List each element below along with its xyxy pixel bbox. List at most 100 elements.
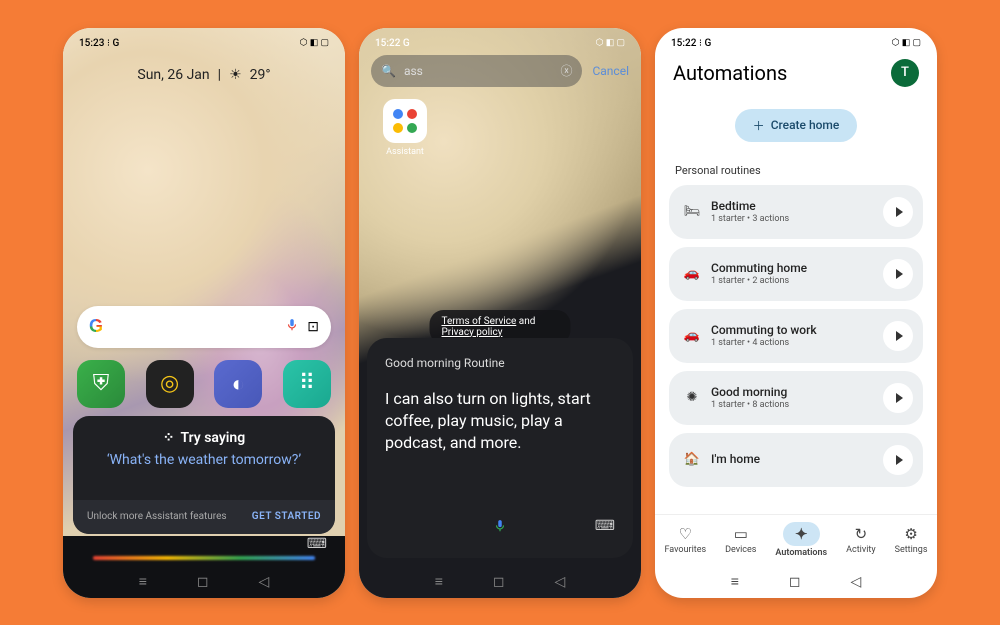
routine-subtitle: 1 starter • 2 actions [711,276,873,286]
page-title: Automations [673,61,787,85]
cancel-button[interactable]: Cancel [592,64,629,78]
tab-icon: ↻ [855,525,868,543]
routine-item[interactable]: 🚗Commuting to work1 starter • 4 actions [669,309,923,363]
tab-label: Favourites [664,545,706,555]
routine-item[interactable]: 🚗 Commuting home1 starter • 2 actions [669,247,923,301]
tab-settings[interactable]: ⚙ Settings [895,525,928,555]
routine-icon: 🚗 [683,266,701,281]
routine-name: Bedtime [711,199,873,213]
assistant-app-icon [383,99,427,143]
routine-icon: 🚗 [683,328,701,343]
nav-home-icon[interactable]: ◻ [197,574,209,590]
tab-icon: ♡ [679,525,692,543]
routine-name: I'm home [711,452,873,466]
assistant-app-label: Assistant [379,147,431,157]
unlock-features-text: Unlock more Assistant features [87,511,227,522]
suggestion-quote[interactable]: ‘What's the weather tomorrow?’ [89,452,319,468]
google-search-bar[interactable]: G ⊡ [77,306,331,348]
tab-label: Settings [895,545,928,555]
tab-label: Automations [775,548,827,558]
routine-subtitle: 1 starter • 3 actions [711,214,873,224]
app-security-icon[interactable]: ⛨ [77,360,125,408]
keyboard-icon[interactable]: ⌨ [307,536,327,552]
run-routine-button[interactable] [883,321,913,351]
nav-back-icon[interactable]: ◁ [555,574,566,590]
assistant-suggestion-panel: ⁘ Try saying ‘What's the weather tomorro… [73,416,335,534]
tab-devices[interactable]: ▭ Devices [725,525,756,555]
lens-icon[interactable]: ⊡ [307,319,319,335]
run-routine-button[interactable] [883,259,913,289]
privacy-link[interactable]: Privacy policy [442,327,503,338]
phone-assistant-routine: 15:22 G ⬡ ◧ ▢ 🔍 ass ⓧ Cancel Assistant T… [359,28,641,598]
section-header: Personal routines [655,142,937,185]
tab-icon: ⚙ [904,525,917,543]
weather-icon: ☀ [229,67,242,83]
system-nav-bar: ≡ ◻ ◁ [63,566,345,598]
routine-subtitle: 1 starter • 4 actions [711,338,873,348]
status-indicators: ⬡ ◧ ▢ [300,38,329,48]
temperature: 29° [250,67,271,83]
app-browser-icon[interactable]: ◐ [214,360,262,408]
routine-panel-title: Good morning Routine [385,356,615,370]
tab-icon: ✦ [783,522,820,546]
tab-label: Activity [846,545,875,555]
tab-activity[interactable]: ↻ Activity [846,525,875,555]
run-routine-button[interactable] [883,383,913,413]
status-extra: G [403,38,410,49]
search-input[interactable]: 🔍 ass ⓧ [371,55,582,87]
routines-list[interactable]: 🛏Bedtime1 starter • 3 actions🚗Commuting … [655,185,937,487]
dock-apps: ⛨ ◎ ◐ ⠿ [77,360,331,408]
nav-back-icon[interactable]: ◁ [259,574,270,590]
status-bar: 15:22 ⁝ G ⬡ ◧ ▢ [655,28,937,53]
routine-name: Good morning [711,385,873,399]
search-icon: 🔍 [381,64,396,78]
status-time: 15:23 [79,38,104,49]
nav-recent-icon[interactable]: ≡ [435,573,443,590]
keyboard-icon[interactable]: ⌨ [595,518,615,534]
status-extra: ⁝ G [699,38,711,49]
clear-icon[interactable]: ⓧ [560,62,572,79]
bottom-tabs: ♡ Favourites ▭ Devices ✦ Automations ↻ Activity… [655,514,937,566]
routine-subtitle: 1 starter • 8 actions [711,400,873,410]
nav-recent-icon[interactable]: ≡ [139,573,147,590]
routine-panel-body: I can also turn on lights, start coffee,… [385,388,615,455]
tos-link[interactable]: Terms of Service [442,316,517,327]
tab-icon: ▭ [734,525,748,543]
phone-assistant-home: 15:23 ⁝ G ⬡ ◧ ▢ Sun, 26 Jan | ☀ 29° G ⊡ … [63,28,345,598]
routine-item[interactable]: ✺ Good morning1 starter • 8 actions [669,371,923,425]
routine-name: Commuting home [711,261,873,275]
nav-home-icon[interactable]: ◻ [493,574,505,590]
search-result-assistant[interactable]: Assistant [379,99,431,157]
app-drawer-icon[interactable]: ⠿ [283,360,331,408]
status-bar: 15:23 ⁝ G ⬡ ◧ ▢ [63,28,345,53]
app-music-icon[interactable]: ◎ [146,360,194,408]
get-started-button[interactable]: GET STARTED [252,511,321,522]
tab-automations[interactable]: ✦ Automations [775,522,827,558]
nav-recent-icon[interactable]: ≡ [731,573,739,590]
nav-back-icon[interactable]: ◁ [851,574,862,590]
search-query-text: ass [404,64,553,78]
routine-item[interactable]: 🏠I'm home [669,433,923,487]
nav-home-icon[interactable]: ◻ [789,574,801,590]
try-saying-label: ⁘ Try saying [89,430,319,446]
routine-icon: 🛏 [683,204,701,219]
tab-label: Devices [725,545,756,555]
plus-icon: ＋ [753,117,765,134]
routine-item[interactable]: 🛏 Bedtime1 starter • 3 actions [669,185,923,239]
date-weather-widget[interactable]: Sun, 26 Jan | ☀ 29° [63,67,345,83]
account-avatar[interactable]: T [891,59,919,87]
assistant-dots-icon: ⁘ [163,430,175,446]
mic-icon[interactable] [285,316,299,338]
create-home-button[interactable]: ＋ Create home [735,109,858,142]
run-routine-button[interactable] [883,445,913,475]
status-time: 15:22 [671,38,696,49]
mic-icon[interactable] [493,516,507,536]
routine-icon: ✺ [683,390,701,405]
status-time: 15:22 [375,38,400,49]
assistant-glow-bar [93,556,315,560]
status-bar: 15:22 G ⬡ ◧ ▢ [359,28,641,53]
phone-google-home-automations: 15:22 ⁝ G ⬡ ◧ ▢ Automations T ＋ Create h… [655,28,937,598]
status-indicators: ⬡ ◧ ▢ [892,38,921,49]
run-routine-button[interactable] [883,197,913,227]
tab-favourites[interactable]: ♡ Favourites [664,525,706,555]
